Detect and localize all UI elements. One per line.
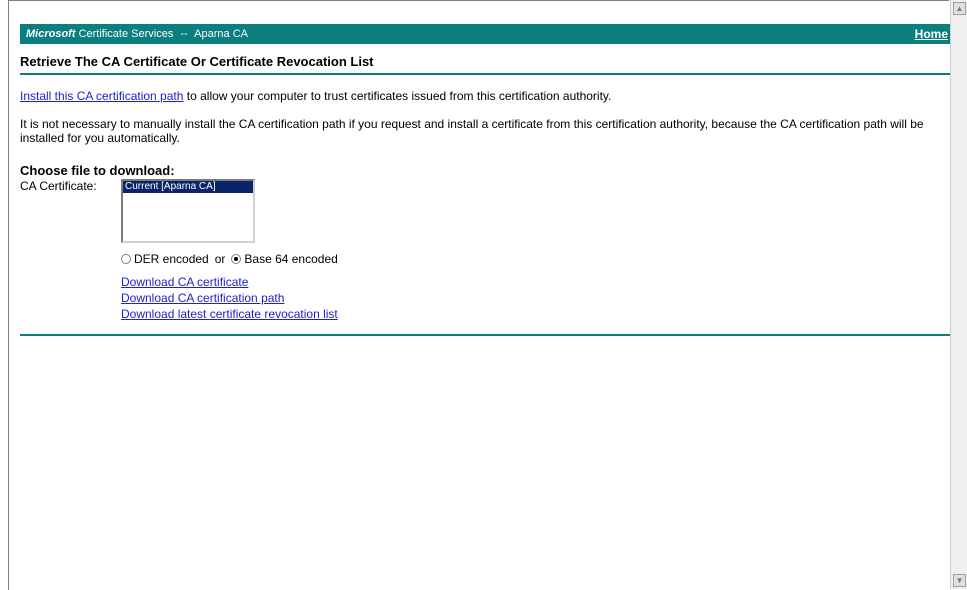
install-description: to allow your computer to trust certific… [183, 89, 612, 103]
download-crl-link[interactable]: Download latest certificate revocation l… [121, 306, 952, 322]
ca-certificate-label: CA Certificate: [20, 179, 97, 193]
brand-name: Microsoft [26, 28, 76, 40]
ca-name: Aparna CA [194, 28, 248, 40]
list-option-current[interactable]: Current [Aparna CA] [123, 181, 253, 193]
base64-label: Base 64 encoded [244, 252, 338, 266]
banner-separator: -- [180, 28, 188, 40]
download-links: Download CA certificate Download CA cert… [121, 274, 952, 322]
page-content: Microsoft Certificate Services -- Aparna… [20, 24, 952, 336]
home-link[interactable]: Home [915, 27, 948, 41]
banner-title: Microsoft Certificate Services -- Aparna… [26, 28, 248, 40]
install-ca-path-link[interactable]: Install this CA certification path [20, 89, 183, 103]
auto-install-note: It is not necessary to manually install … [20, 117, 924, 145]
footer-divider [20, 334, 952, 336]
download-ca-certificate-link[interactable]: Download CA certificate [121, 274, 952, 290]
vertical-scrollbar[interactable]: ▲ ▼ [950, 0, 967, 589]
page-title: Retrieve The CA Certificate Or Certifica… [20, 44, 952, 75]
scroll-down-icon[interactable]: ▼ [953, 574, 966, 587]
base64-radio[interactable] [231, 254, 242, 264]
ca-certificate-listbox[interactable]: Current [Aparna CA] [121, 179, 255, 243]
or-label: or [214, 252, 226, 266]
ca-certificate-row: CA Certificate: Current [Aparna CA] [20, 179, 952, 243]
choose-file-heading: Choose file to download: [20, 163, 175, 178]
scroll-up-icon[interactable]: ▲ [953, 2, 966, 15]
der-label: DER encoded [134, 252, 209, 266]
download-ca-path-link[interactable]: Download CA certification path [121, 290, 952, 306]
service-name: Certificate Services [78, 28, 174, 40]
encoding-options: DER encoded or Base 64 encoded [121, 252, 952, 266]
browser-content-frame: Microsoft Certificate Services -- Aparna… [8, 0, 952, 590]
install-paragraph: Install this CA certification path to al… [20, 89, 952, 103]
der-radio[interactable] [121, 254, 131, 264]
header-banner: Microsoft Certificate Services -- Aparna… [20, 24, 952, 44]
